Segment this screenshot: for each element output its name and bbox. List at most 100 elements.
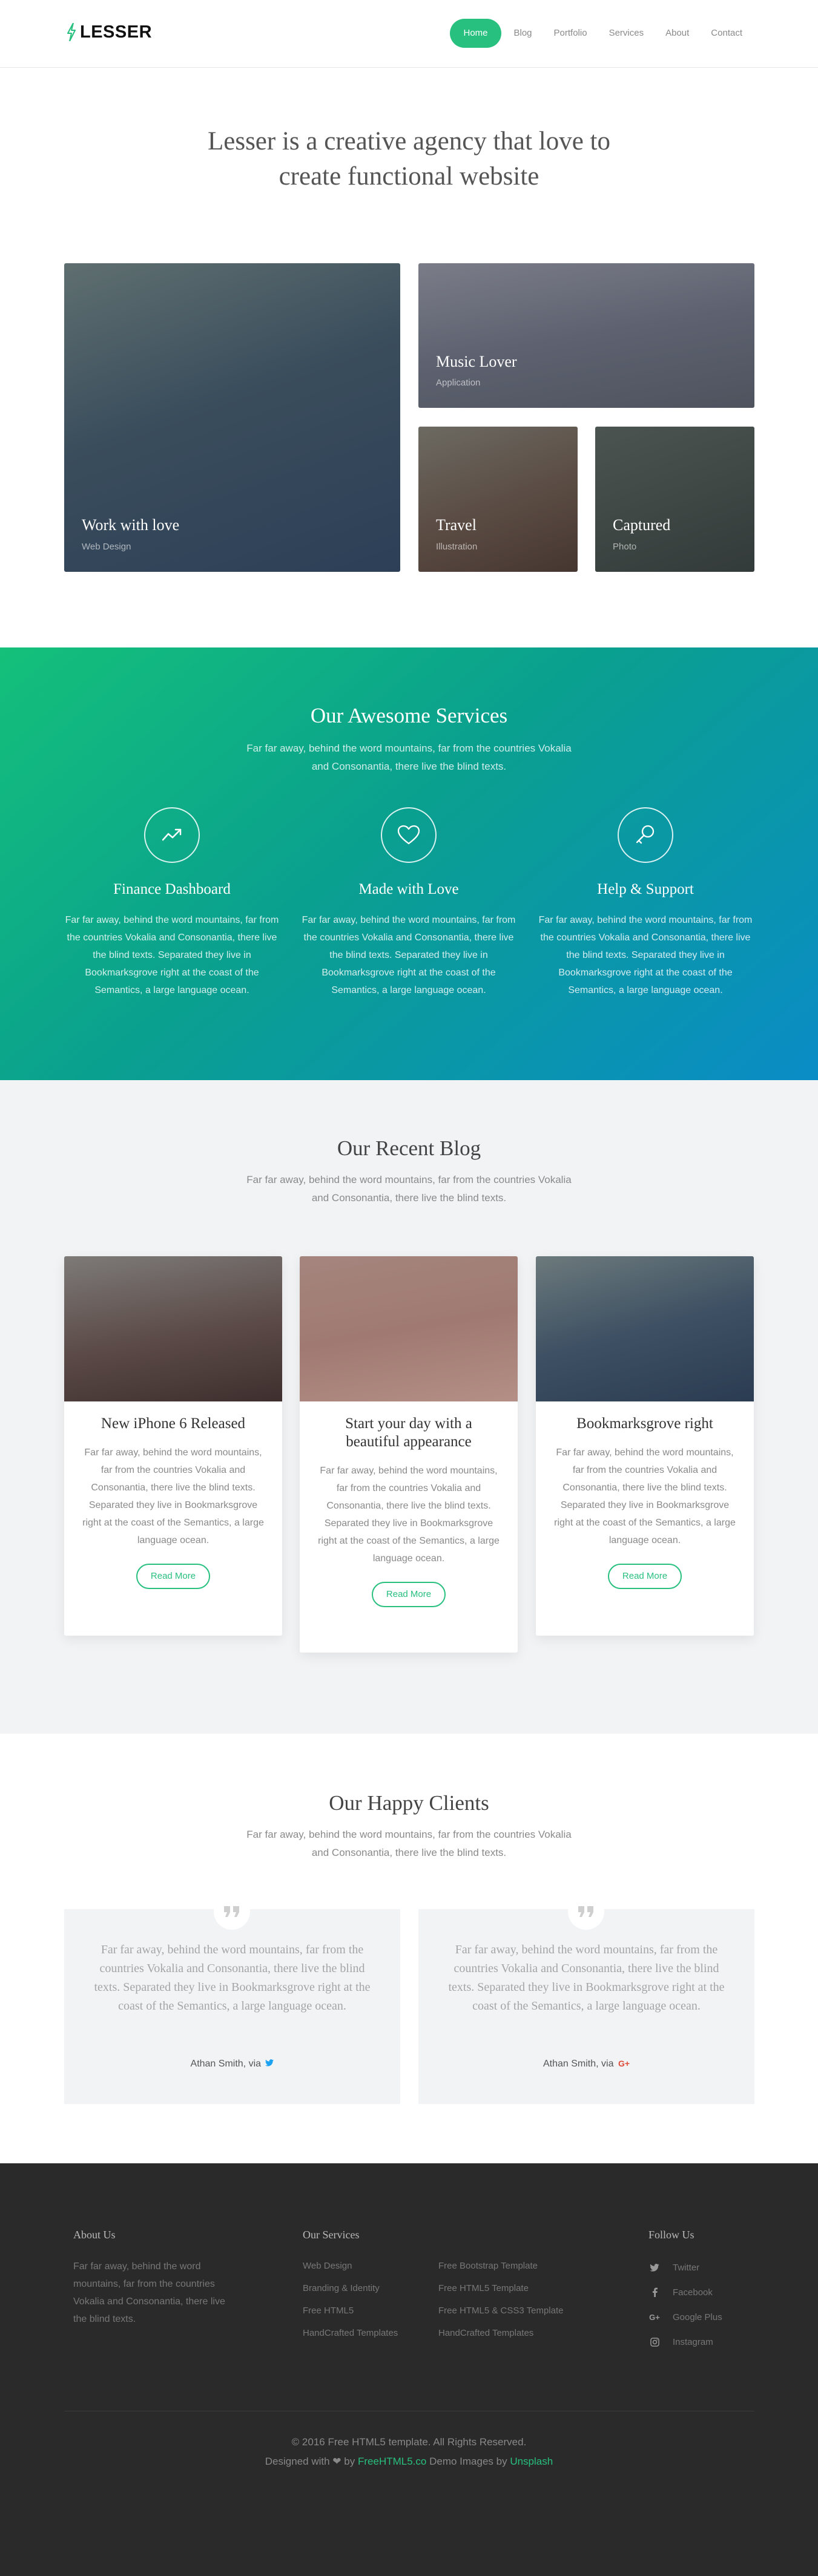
service-text: Far far away, behind the word mountains,… (65, 915, 279, 995)
blog-title: Our Recent Blog (337, 1136, 481, 1160)
footer-about-title: About Us (73, 2229, 116, 2241)
designed-by-line: Designed with ❤ by FreeHTML5.co Demo Ima… (0, 2456, 818, 2468)
footer-follow-title: Follow Us (648, 2229, 694, 2241)
blog-card-image[interactable] (536, 1256, 754, 1401)
heart-icon: ❤ (332, 2456, 341, 2467)
twitter-icon (648, 2262, 661, 2273)
social-link-instagram[interactable]: Instagram (648, 2336, 713, 2347)
trend-chart-icon (162, 828, 182, 841)
facebook-icon (648, 2287, 661, 2298)
footer-service-link[interactable]: Free HTML5 (303, 2306, 354, 2316)
footer-service-link[interactable]: Free HTML5 & CSS3 Template (438, 2306, 563, 2316)
read-more-button[interactable]: Read More (372, 1582, 446, 1607)
nav-home[interactable]: Home (450, 19, 501, 48)
work-category: Application (436, 378, 481, 388)
testimonial-card: Far far away, behind the word mountains,… (64, 1893, 400, 2104)
quote-badge (214, 1893, 250, 1930)
hero-heading-line-1: Lesser is a creative agency that love to (207, 127, 610, 156)
logo[interactable]: LESSER (67, 22, 152, 42)
work-title: Music Lover (436, 353, 517, 370)
services-title: Our Awesome Services (310, 704, 508, 727)
work-tile-music-lover[interactable]: Music Lover Application (418, 263, 754, 408)
blog-card-text: Far far away, behind the word mountains,… (318, 1466, 500, 1564)
nav-blog[interactable]: Blog (505, 19, 541, 48)
testimonial-author-line: Athan Smith, via G+ (418, 2059, 754, 2070)
services-intro: Far far away, behind the word mountains,… (246, 742, 572, 772)
service-icon-circle (144, 807, 200, 863)
footer-service-link[interactable]: Free HTML5 Template (438, 2283, 529, 2293)
designed-by: by (344, 2456, 355, 2467)
quote-icon (224, 1906, 239, 1917)
logo-text: LESSER (80, 22, 153, 42)
work-category: Illustration (436, 542, 478, 552)
service-made-with-love: Made with Love Far far away, behind the … (300, 807, 518, 999)
clients-intro: Far far away, behind the word mountains,… (246, 1829, 572, 1858)
service-title: Made with Love (358, 881, 459, 897)
google-plus-icon: G+ (649, 2312, 660, 2322)
social-link-google-plus[interactable]: G+ Google Plus (648, 2312, 722, 2322)
read-more-button[interactable]: Read More (136, 1564, 210, 1589)
main-menu: Home Blog Portfolio Services About Conta… (446, 19, 751, 48)
designer-link[interactable]: FreeHTML5.co (358, 2456, 426, 2467)
social-label: Instagram (673, 2336, 713, 2347)
testimonial-quote: Far far away, behind the word mountains,… (94, 1943, 371, 2013)
blog-card-text: Far far away, behind the word mountains,… (82, 1447, 264, 1545)
nav-portfolio[interactable]: Portfolio (545, 19, 596, 48)
blog-card-title[interactable]: Bookmarksgrove right (536, 1415, 754, 1433)
blog-card: Bookmarksgrove right Far far away, behin… (536, 1256, 754, 1636)
social-label: Facebook (673, 2287, 713, 2298)
footer (0, 2163, 818, 2576)
quote-icon (578, 1906, 593, 1917)
google-plus-icon[interactable]: G+ (618, 2059, 630, 2068)
footer-service-link[interactable]: Web Design (303, 2261, 352, 2271)
hero-heading: Lesser is a creative agency that love to… (0, 124, 818, 194)
unsplash-link[interactable]: Unsplash (510, 2456, 553, 2467)
footer-service-link[interactable]: Free Bootstrap Template (438, 2261, 538, 2271)
read-more-button[interactable]: Read More (608, 1564, 682, 1589)
work-title: Captured (613, 516, 671, 534)
work-category: Photo (613, 542, 637, 552)
instagram-icon (648, 2336, 661, 2347)
testimonial-author: Athan Smith, via (190, 2059, 262, 2069)
blog-card-image[interactable] (64, 1256, 282, 1401)
work-tile-work-with-love[interactable]: Work with love Web Design (64, 263, 400, 572)
twitter-icon[interactable] (265, 2059, 274, 2069)
work-tile-travel[interactable]: Travel Illustration (418, 427, 578, 572)
social-link-twitter[interactable]: Twitter (648, 2262, 699, 2273)
blog-card-image[interactable] (300, 1256, 518, 1401)
testimonial-author: Athan Smith, via (543, 2059, 614, 2069)
work-title: Work with love (82, 516, 180, 534)
footer-service-link[interactable]: HandCrafted Templates (438, 2328, 533, 2338)
top-navbar: LESSER Home Blog Portfolio Services Abou… (0, 0, 818, 68)
service-text: Far far away, behind the word mountains,… (538, 915, 753, 995)
work-tile-captured[interactable]: Captured Photo (595, 427, 754, 572)
clients-title: Our Happy Clients (329, 1791, 489, 1815)
key-icon (636, 825, 655, 844)
service-icon-circle (381, 807, 437, 863)
social-label: Twitter (673, 2262, 700, 2273)
blog-card-title[interactable]: New iPhone 6 Released (64, 1415, 282, 1433)
service-text: Far far away, behind the word mountains,… (302, 915, 516, 995)
testimonial-card: Far far away, behind the word mountains,… (418, 1893, 754, 2104)
service-title: Finance Dashboard (113, 881, 231, 897)
service-help-support: Help & Support Far far away, behind the … (536, 807, 754, 999)
nav-about[interactable]: About (656, 19, 698, 48)
hero-heading-line-2: create functional website (279, 162, 539, 191)
designed-prefix: Designed with (265, 2456, 330, 2467)
social-link-facebook[interactable]: Facebook (648, 2287, 713, 2298)
bolt-icon (67, 23, 76, 41)
nav-contact[interactable]: Contact (702, 19, 751, 48)
footer-service-link[interactable]: Branding & Identity (303, 2283, 380, 2293)
blog-card-text: Far far away, behind the word mountains,… (554, 1447, 736, 1545)
footer-service-link[interactable]: HandCrafted Templates (303, 2328, 398, 2338)
testimonial-quote: Far far away, behind the word mountains,… (448, 1943, 725, 2013)
blog-intro: Far far away, behind the word mountains,… (246, 1174, 572, 1204)
service-icon-circle (618, 807, 673, 863)
work-title: Travel (436, 516, 477, 534)
social-label: Google Plus (673, 2312, 722, 2322)
quote-badge (568, 1893, 604, 1930)
testimonial-author-line: Athan Smith, via (64, 2059, 400, 2070)
blog-card-title[interactable]: Start your day with a beautiful appearan… (300, 1415, 518, 1451)
heart-icon (397, 825, 420, 845)
nav-services[interactable]: Services (600, 19, 653, 48)
